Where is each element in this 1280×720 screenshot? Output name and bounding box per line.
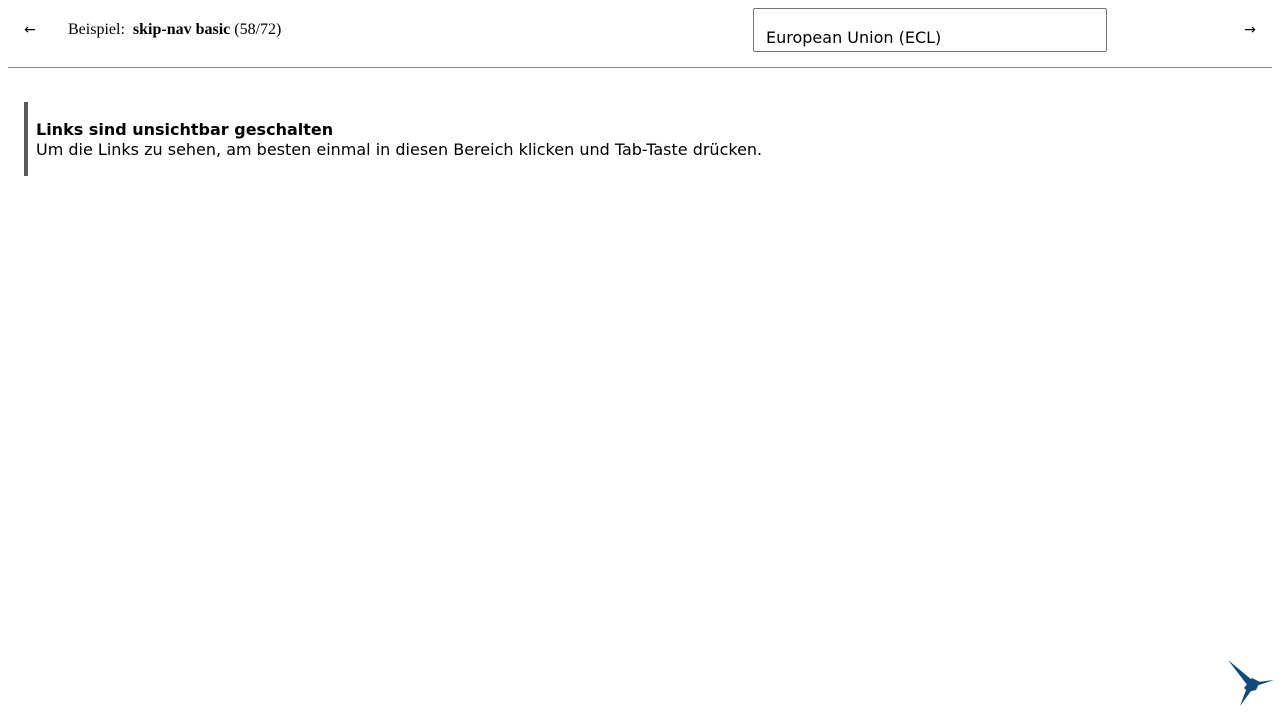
content-text: Um die Links zu sehen, am besten einmal …	[36, 140, 763, 159]
hummingbird-logo-icon	[1228, 660, 1274, 706]
theme-select[interactable]: European Union (ECL)	[753, 8, 1107, 52]
example-label: Beispiel:	[68, 21, 125, 38]
arrow-left-icon: ←	[24, 22, 36, 38]
example-navigation-bar: ← Beispiel: skip-nav basic (58/72) Europea…	[8, 0, 1272, 68]
example-name: skip-nav basic	[132, 21, 231, 38]
previous-example-button[interactable]: ←	[16, 16, 44, 44]
content-heading: Links sind unsichtbar geschalten	[36, 120, 334, 139]
example-title: Beispiel: skip-nav basic (58/72)	[68, 20, 281, 40]
next-example-button[interactable]: →	[1236, 16, 1264, 44]
arrow-right-icon: →	[1244, 22, 1256, 38]
theme-select-value: European Union (ECL)	[766, 28, 942, 47]
skip-nav-example-area[interactable]: Links sind unsichtbar geschalten Um die …	[24, 102, 762, 176]
hummingbird-shape	[1228, 660, 1274, 706]
hummingbird-tail	[1240, 690, 1251, 706]
example-counter: (58/72)	[234, 21, 282, 38]
hummingbird-beak	[1258, 680, 1274, 685]
hummingbird-wing	[1228, 660, 1252, 686]
